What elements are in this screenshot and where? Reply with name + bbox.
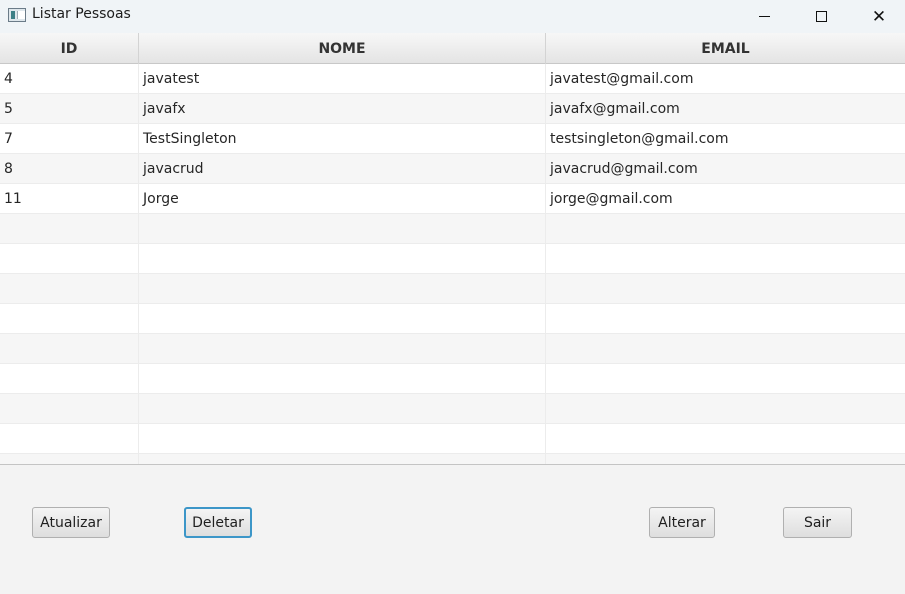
people-table[interactable]: ID NOME EMAIL 4 javatest javatest@gmail.… <box>0 33 905 464</box>
empty-cell <box>0 454 139 464</box>
table-row[interactable]: 8 javacrud javacrud@gmail.com <box>0 154 905 184</box>
empty-cell <box>0 394 139 423</box>
table-row[interactable]: 4 javatest javatest@gmail.com <box>0 64 905 94</box>
cell-id: 11 <box>0 184 139 213</box>
empty-cell <box>139 394 546 423</box>
table-row[interactable]: 11 Jorge jorge@gmail.com <box>0 184 905 214</box>
empty-cell <box>546 214 905 243</box>
divider <box>0 464 905 465</box>
column-header-nome[interactable]: NOME <box>139 33 546 64</box>
empty-cell <box>546 394 905 423</box>
empty-cell <box>546 364 905 393</box>
empty-cell <box>0 304 139 333</box>
cell-nome: javatest <box>139 64 546 93</box>
cell-id: 7 <box>0 124 139 153</box>
column-header-id[interactable]: ID <box>0 33 139 64</box>
atualizar-button[interactable]: Atualizar <box>32 507 110 538</box>
empty-cell <box>139 244 546 273</box>
empty-cell <box>546 454 905 464</box>
empty-row <box>0 334 905 364</box>
empty-row <box>0 244 905 274</box>
maximize-button[interactable] <box>798 0 844 33</box>
empty-cell <box>139 214 546 243</box>
empty-cell <box>546 424 905 453</box>
empty-cell <box>0 334 139 363</box>
table-row[interactable]: 5 javafx javafx@gmail.com <box>0 94 905 124</box>
empty-cell <box>546 334 905 363</box>
empty-row <box>0 364 905 394</box>
empty-cell <box>546 274 905 303</box>
empty-cell <box>139 274 546 303</box>
table-body: 4 javatest javatest@gmail.com 5 javafx j… <box>0 64 905 464</box>
cell-email: jorge@gmail.com <box>550 190 673 207</box>
cell-email: javacrud@gmail.com <box>550 160 698 177</box>
empty-cell <box>139 454 546 464</box>
empty-row <box>0 394 905 424</box>
empty-row <box>0 304 905 334</box>
cell-email: javatest@gmail.com <box>550 70 694 87</box>
table-header: ID NOME EMAIL <box>0 33 905 64</box>
cell-id: 4 <box>0 64 139 93</box>
empty-cell <box>546 304 905 333</box>
empty-row <box>0 214 905 244</box>
empty-cell <box>0 274 139 303</box>
empty-cell <box>0 424 139 453</box>
empty-cell <box>139 364 546 393</box>
window-title: Listar Pessoas <box>32 6 131 22</box>
cell-nome: javafx <box>139 94 546 123</box>
empty-row <box>0 454 905 464</box>
empty-cell <box>0 214 139 243</box>
cell-id: 8 <box>0 154 139 183</box>
close-icon: ✕ <box>871 6 887 27</box>
empty-row <box>0 274 905 304</box>
deletar-button[interactable]: Deletar <box>184 507 252 538</box>
empty-cell <box>546 244 905 273</box>
app-window-icon <box>8 8 26 22</box>
cell-id: 5 <box>0 94 139 123</box>
cell-nome: Jorge <box>139 184 546 213</box>
sair-button[interactable]: Sair <box>783 507 852 538</box>
cell-nome: TestSingleton <box>139 124 546 153</box>
minimize-icon <box>758 16 770 17</box>
empty-cell <box>0 244 139 273</box>
empty-cell <box>139 334 546 363</box>
alterar-button[interactable]: Alterar <box>649 507 715 538</box>
table-row[interactable]: 7 TestSingleton testsingleton@gmail.com <box>0 124 905 154</box>
title-bar: Listar Pessoas ✕ <box>0 0 905 33</box>
empty-cell <box>139 304 546 333</box>
empty-row <box>0 424 905 454</box>
empty-cell <box>139 424 546 453</box>
empty-cell <box>0 364 139 393</box>
minimize-button[interactable] <box>741 0 787 33</box>
close-button[interactable]: ✕ <box>856 0 902 33</box>
cell-nome: javacrud <box>139 154 546 183</box>
maximize-icon <box>815 11 827 22</box>
column-header-email[interactable]: EMAIL <box>546 33 905 64</box>
cell-email: javafx@gmail.com <box>550 100 680 117</box>
cell-email: testsingleton@gmail.com <box>550 130 729 147</box>
